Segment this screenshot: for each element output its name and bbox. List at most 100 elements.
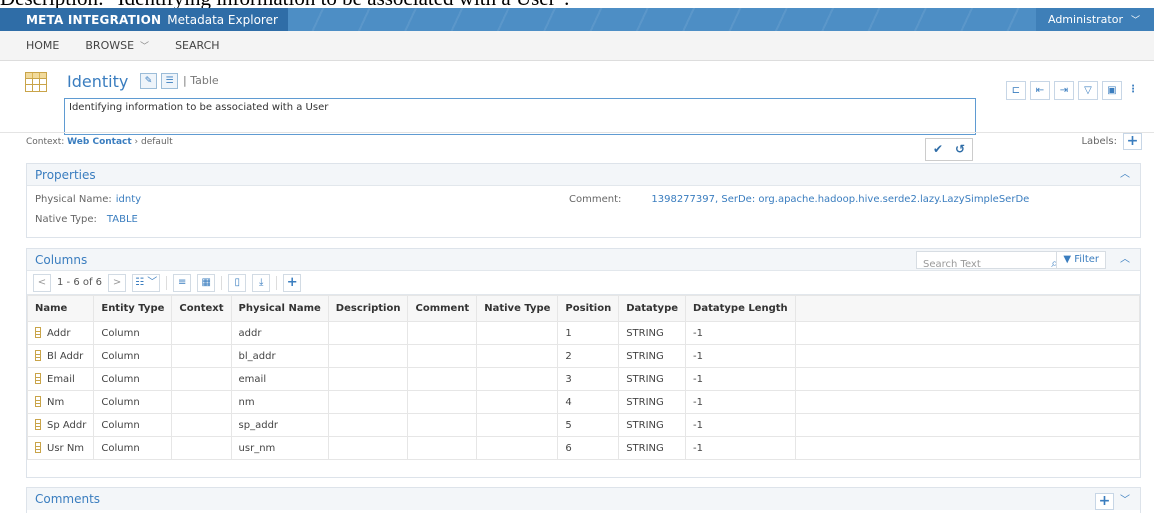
cell-name[interactable]: Email bbox=[26, 367, 95, 391]
chevron-up-icon[interactable]: ︿ bbox=[1120, 249, 1130, 271]
table-row[interactable]: Nm Column nm 4 STRING -1 bbox=[26, 390, 1141, 414]
lineage-icon[interactable]: ⊏ bbox=[1006, 81, 1026, 100]
comment-label: Comment: bbox=[569, 194, 622, 205]
more-options-icon[interactable]: ⋮ bbox=[1126, 81, 1140, 100]
chevron-up-icon[interactable]: ︿ bbox=[1120, 164, 1130, 186]
cell-datatype: STRING bbox=[618, 321, 687, 345]
cell-position: 6 bbox=[557, 436, 620, 460]
header-datatype[interactable]: Datatype bbox=[618, 295, 687, 322]
edit-confirm: ✔ ↺ bbox=[925, 138, 973, 161]
header-physical-name[interactable]: Physical Name bbox=[230, 295, 329, 322]
header-entity-type[interactable]: Entity Type bbox=[93, 295, 173, 322]
table-row[interactable]: Addr Column addr 1 STRING -1 bbox=[26, 321, 1141, 345]
filter-button[interactable]: ▼ Filter bbox=[1056, 251, 1106, 269]
cell-entity-type: Column bbox=[93, 390, 173, 414]
column-name-link[interactable]: Usr Nm bbox=[47, 443, 84, 454]
header-name[interactable]: Name bbox=[26, 295, 95, 322]
import-icon[interactable]: ⇤ bbox=[1030, 81, 1050, 100]
table-row[interactable]: Email Column email 3 STRING -1 bbox=[26, 367, 1141, 391]
header-description[interactable]: Description bbox=[327, 295, 409, 322]
list-view-icon[interactable]: ≡ bbox=[173, 273, 192, 292]
header-datatype-length[interactable]: Datatype Length bbox=[685, 295, 796, 322]
column-icon bbox=[35, 396, 41, 407]
table-row[interactable]: Sp Addr Column sp_addr 5 STRING -1 bbox=[26, 413, 1141, 437]
comment-value: 1398277397, SerDe: org.apache.hadoop.hiv… bbox=[651, 194, 1030, 205]
column-name-link[interactable]: Sp Addr bbox=[47, 420, 86, 431]
cell-context bbox=[171, 367, 232, 391]
native-type-value: TABLE bbox=[106, 214, 138, 225]
cell-context bbox=[171, 321, 232, 345]
cell-native-type bbox=[476, 344, 559, 368]
bookmark-icon[interactable]: ▣ bbox=[1102, 81, 1122, 100]
grid-view-icon[interactable]: ▦ bbox=[197, 273, 216, 292]
cell-name[interactable]: Nm bbox=[26, 390, 95, 414]
toolbar-divider bbox=[221, 275, 223, 290]
cell-native-type bbox=[476, 321, 559, 345]
filler-header bbox=[794, 295, 1141, 322]
edit-description-button[interactable]: ☰ bbox=[161, 73, 178, 89]
cell-entity-type: Column bbox=[93, 321, 173, 345]
cell-comment bbox=[407, 436, 478, 460]
cell-position: 3 bbox=[557, 367, 620, 391]
column-name-link[interactable]: Bl Addr bbox=[47, 351, 83, 362]
column-name-link[interactable]: Nm bbox=[47, 397, 64, 408]
page-title: Identity bbox=[67, 72, 129, 91]
cell-position: 4 bbox=[557, 390, 620, 414]
cell-datatype-length: -1 bbox=[685, 344, 796, 368]
header-comment[interactable]: Comment bbox=[407, 295, 478, 322]
nav-search[interactable]: SEARCH bbox=[175, 39, 220, 52]
chevron-down-icon[interactable]: ﹀ bbox=[1120, 490, 1130, 512]
cell-name[interactable]: Usr Nm bbox=[26, 436, 95, 460]
cell-description bbox=[327, 390, 409, 414]
column-chooser-button[interactable]: ☷ ﹀ bbox=[132, 273, 161, 292]
cell-native-type bbox=[476, 367, 559, 391]
undo-icon[interactable]: ↺ bbox=[950, 141, 970, 158]
download-icon[interactable]: ⤓ bbox=[252, 273, 271, 292]
table-row[interactable]: Usr Nm Column usr_nm 6 STRING -1 bbox=[26, 436, 1141, 460]
brand-subtitle: Metadata Explorer bbox=[167, 12, 278, 27]
cell-description bbox=[327, 436, 409, 460]
brand[interactable]: META INTEGRATION Metadata Explorer bbox=[0, 8, 288, 31]
cell-name[interactable]: Bl Addr bbox=[26, 344, 95, 368]
column-icon bbox=[35, 442, 41, 453]
cell-comment bbox=[407, 390, 478, 414]
prev-page-button[interactable]: < bbox=[33, 273, 51, 292]
properties-heading[interactable]: Properties ︿ bbox=[27, 164, 1140, 186]
nav-browse[interactable]: BROWSE ﹀ bbox=[85, 39, 149, 52]
cell-name[interactable]: Sp Addr bbox=[26, 413, 95, 437]
edit-name-button[interactable]: ✎ bbox=[140, 73, 157, 89]
comments-heading[interactable]: Comments + ﹀ bbox=[27, 488, 1140, 510]
next-page-button[interactable]: > bbox=[108, 273, 127, 292]
object-type: | Table bbox=[183, 74, 219, 87]
columns-toolbar: < 1 - 6 of 6 > ☷ ﹀ ≡ ▦ ▯ ⤓ + bbox=[27, 271, 1140, 295]
header-native-type[interactable]: Native Type bbox=[476, 295, 559, 322]
add-column-button[interactable]: + bbox=[283, 273, 302, 292]
header-context[interactable]: Context bbox=[171, 295, 232, 322]
filler-cell bbox=[794, 367, 1141, 391]
context-link[interactable]: Web Contact bbox=[67, 137, 132, 147]
user-menu[interactable]: Administrator ﹀ bbox=[1035, 8, 1154, 31]
description-field[interactable]: Identifying information to be associated… bbox=[64, 98, 976, 135]
cell-native-type bbox=[476, 390, 559, 414]
check-icon[interactable]: ✔ bbox=[928, 141, 948, 158]
cell-datatype: STRING bbox=[618, 390, 687, 414]
cell-entity-type: Column bbox=[93, 367, 173, 391]
cell-position: 1 bbox=[557, 321, 620, 345]
comments-title: Comments bbox=[35, 492, 101, 506]
cell-context bbox=[171, 413, 232, 437]
table-row[interactable]: Bl Addr Column bl_addr 2 STRING -1 bbox=[26, 344, 1141, 368]
cell-datatype: STRING bbox=[618, 344, 687, 368]
column-name-link[interactable]: Email bbox=[47, 374, 75, 385]
cell-name[interactable]: Addr bbox=[26, 321, 95, 345]
export-icon[interactable]: ⇥ bbox=[1054, 81, 1074, 100]
nav-home[interactable]: HOME bbox=[26, 39, 59, 52]
native-type-label: Native Type: bbox=[35, 214, 97, 225]
column-icon[interactable]: ▯ bbox=[228, 273, 247, 292]
add-label-button[interactable]: + bbox=[1123, 132, 1142, 150]
column-name-link[interactable]: Addr bbox=[47, 328, 70, 339]
cell-description bbox=[327, 413, 409, 437]
filter-icon[interactable]: ▽ bbox=[1078, 81, 1098, 100]
properties-panel: Properties ︿ Physical Name: idnty Native … bbox=[26, 163, 1141, 238]
header-position[interactable]: Position bbox=[557, 295, 620, 322]
add-comment-button[interactable]: + bbox=[1095, 492, 1114, 510]
